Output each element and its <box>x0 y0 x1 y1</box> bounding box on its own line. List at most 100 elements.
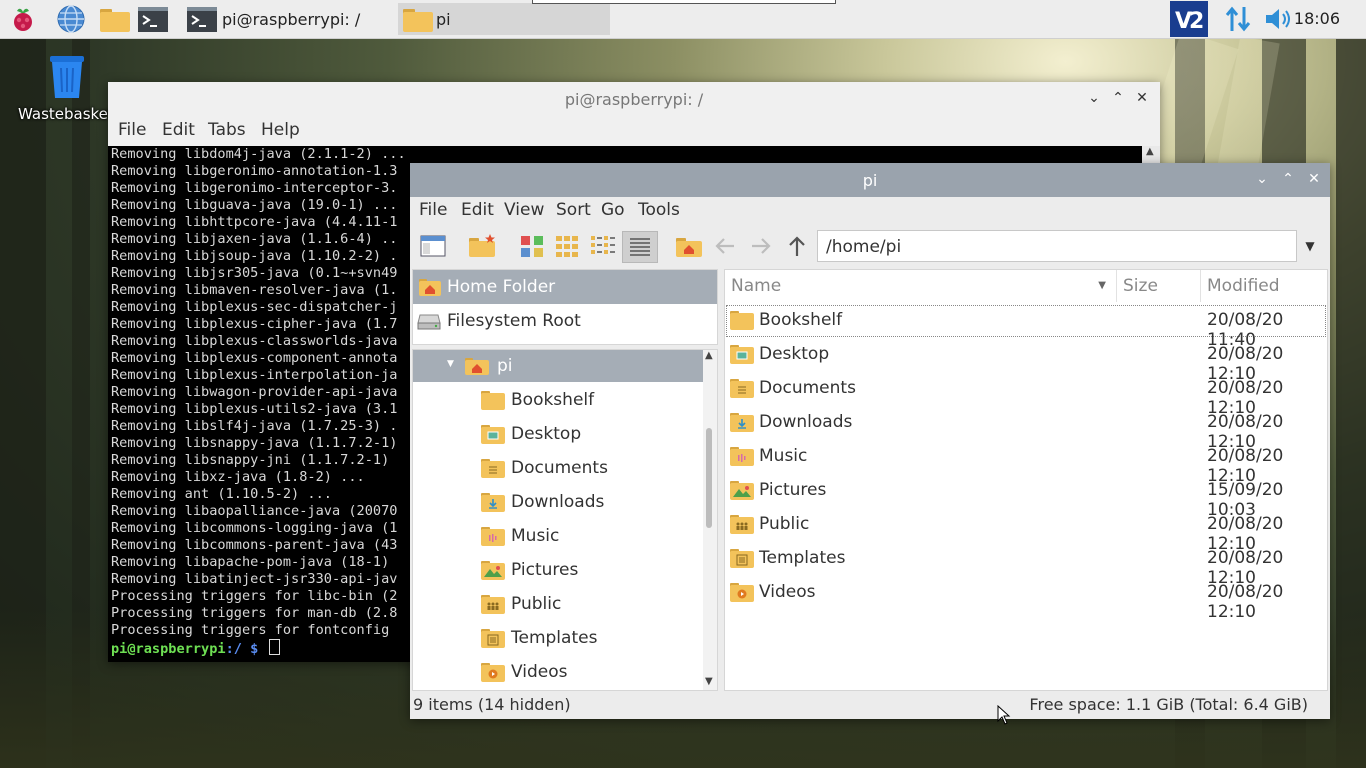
column-header-name[interactable]: Name ▼ <box>725 270 1117 302</box>
prompt-user: pi@raspberrypi <box>111 641 226 657</box>
task-label: pi@raspberrypi: / <box>222 10 361 29</box>
desktop-folder-icon <box>481 424 505 449</box>
file-name: Bookshelf <box>759 310 843 330</box>
icon-view-icon[interactable] <box>517 231 549 263</box>
column-header-modified[interactable]: Modified <box>1201 270 1327 302</box>
tree-item[interactable]: Templates <box>413 622 705 654</box>
scroll-up-icon[interactable]: ▲ <box>705 350 713 361</box>
chevron-down-icon[interactable]: ▼ <box>1297 230 1323 262</box>
place-home-folder[interactable]: Home Folder <box>413 270 717 304</box>
close-icon[interactable]: ✕ <box>1304 169 1324 189</box>
vnc-icon[interactable]: V2 <box>1170 1 1208 37</box>
maximize-icon[interactable]: ⌃ <box>1278 169 1298 189</box>
public-folder-icon <box>481 594 505 619</box>
file-row[interactable]: Pictures 15/09/20 10:03 <box>725 474 1327 520</box>
file-modified: 20/08/20 12:10 <box>1207 582 1284 622</box>
file-row[interactable]: Desktop 20/08/20 12:10 <box>725 338 1327 384</box>
tree-item[interactable]: Videos <box>413 656 705 688</box>
forward-arrow-icon[interactable] <box>746 231 778 263</box>
place-label: Home Folder <box>447 277 556 297</box>
web-browser-icon[interactable] <box>56 4 86 34</box>
file-row[interactable]: Music 20/08/20 12:10 <box>725 440 1327 486</box>
tree-label: Documents <box>511 458 608 478</box>
task-terminal[interactable]: pi@raspberrypi: / <box>184 3 394 35</box>
column-header-size[interactable]: Size <box>1117 270 1201 302</box>
volume-icon[interactable] <box>1263 6 1295 34</box>
file-name: Music <box>759 446 808 466</box>
menu-go[interactable]: Go <box>601 200 625 220</box>
new-folder-icon[interactable] <box>467 231 499 263</box>
minimize-icon[interactable]: ⌄ <box>1252 169 1272 189</box>
task-file-manager[interactable]: pi <box>398 3 610 35</box>
menu-edit[interactable]: Edit <box>461 200 494 220</box>
path-input[interactable]: /home/pi <box>817 230 1297 262</box>
minimize-icon[interactable]: ⌄ <box>1084 88 1104 108</box>
templates-folder-icon <box>481 628 505 653</box>
trash-icon <box>46 52 88 104</box>
file-manager-window: pi ⌄ ⌃ ✕ File Edit View Sort Go Tools /h… <box>410 163 1330 719</box>
file-name: Desktop <box>759 344 830 364</box>
raspberry-menu-icon[interactable] <box>8 4 38 34</box>
back-arrow-icon[interactable] <box>710 231 742 263</box>
videos-folder-icon <box>730 582 754 602</box>
terminal-launcher-icon[interactable] <box>137 4 168 34</box>
tree-item[interactable]: Documents <box>413 452 705 484</box>
file-row[interactable]: Templates 20/08/20 12:10 <box>725 542 1327 588</box>
scrollbar-thumb[interactable] <box>706 428 712 528</box>
menu-help[interactable]: Help <box>261 120 300 140</box>
home-button-icon[interactable] <box>674 231 706 263</box>
scroll-down-icon[interactable]: ▼ <box>705 676 713 687</box>
desktop-wastebasket[interactable]: Wastebasket <box>14 52 114 132</box>
tree-item[interactable]: Downloads <box>413 486 705 518</box>
place-filesystem-root[interactable]: Filesystem Root <box>413 304 717 338</box>
menu-sort[interactable]: Sort <box>556 200 591 220</box>
folder-icon <box>402 7 434 37</box>
file-manager-launcher-icon[interactable] <box>98 4 130 34</box>
menu-view[interactable]: View <box>504 200 544 220</box>
network-icon[interactable] <box>1223 4 1253 34</box>
public-folder-icon <box>730 514 754 534</box>
file-list: Name ▼ Size Modified Bookshelf 20/08/20 1… <box>724 269 1328 691</box>
close-icon[interactable]: ✕ <box>1132 88 1152 108</box>
home-icon <box>465 357 489 380</box>
fm-titlebar[interactable]: pi ⌄ ⌃ ✕ <box>410 163 1330 197</box>
task-label: pi <box>436 10 451 29</box>
tree-item[interactable]: Pictures <box>413 554 705 586</box>
tree-item[interactable]: Music <box>413 520 705 552</box>
compact-view-icon[interactable] <box>587 231 619 263</box>
videos-folder-icon <box>481 662 505 687</box>
file-row[interactable]: Videos 20/08/20 12:10 <box>725 576 1327 622</box>
menu-edit[interactable]: Edit <box>162 120 195 140</box>
menu-tabs[interactable]: Tabs <box>208 120 246 140</box>
file-row[interactable]: Downloads 20/08/20 12:10 <box>725 406 1327 452</box>
up-arrow-icon[interactable] <box>782 231 814 263</box>
tree-item[interactable]: Desktop <box>413 418 705 450</box>
file-row[interactable]: Public 20/08/20 12:10 <box>725 508 1327 554</box>
file-name: Documents <box>759 378 856 398</box>
desktop-folder-icon <box>730 344 754 364</box>
terminal-titlebar[interactable]: pi@raspberrypi: / ⌄ ⌃ ✕ <box>108 82 1160 116</box>
templates-folder-icon <box>730 548 754 568</box>
tree-item[interactable]: Bookshelf <box>413 384 705 416</box>
list-view-icon[interactable] <box>622 231 658 263</box>
clock[interactable]: 18:06 <box>1294 9 1340 28</box>
window-title: pi <box>862 171 878 190</box>
folder-icon <box>730 310 754 330</box>
tree-label: Templates <box>511 628 598 648</box>
tree-label: Public <box>511 594 562 614</box>
expander-down-icon[interactable]: ▼ <box>447 359 454 369</box>
file-name: Videos <box>759 582 816 602</box>
tree-scrollbar[interactable]: ▲ ▼ <box>703 350 717 690</box>
menu-tools[interactable]: Tools <box>638 200 680 220</box>
scroll-up-icon[interactable]: ▲ <box>1146 146 1154 157</box>
menu-file[interactable]: File <box>118 120 146 140</box>
menu-file[interactable]: File <box>419 200 447 220</box>
file-row[interactable]: Documents 20/08/20 12:10 <box>725 372 1327 418</box>
tree-item-pi[interactable]: ▼ pi <box>413 350 705 382</box>
tree-item[interactable]: Public <box>413 588 705 620</box>
maximize-icon[interactable]: ⌃ <box>1108 88 1128 108</box>
new-window-icon[interactable] <box>418 231 450 263</box>
thumbnail-view-icon[interactable] <box>552 231 584 263</box>
file-row[interactable]: Bookshelf 20/08/20 11:40 <box>725 304 1327 350</box>
downloads-folder-icon <box>730 412 754 432</box>
